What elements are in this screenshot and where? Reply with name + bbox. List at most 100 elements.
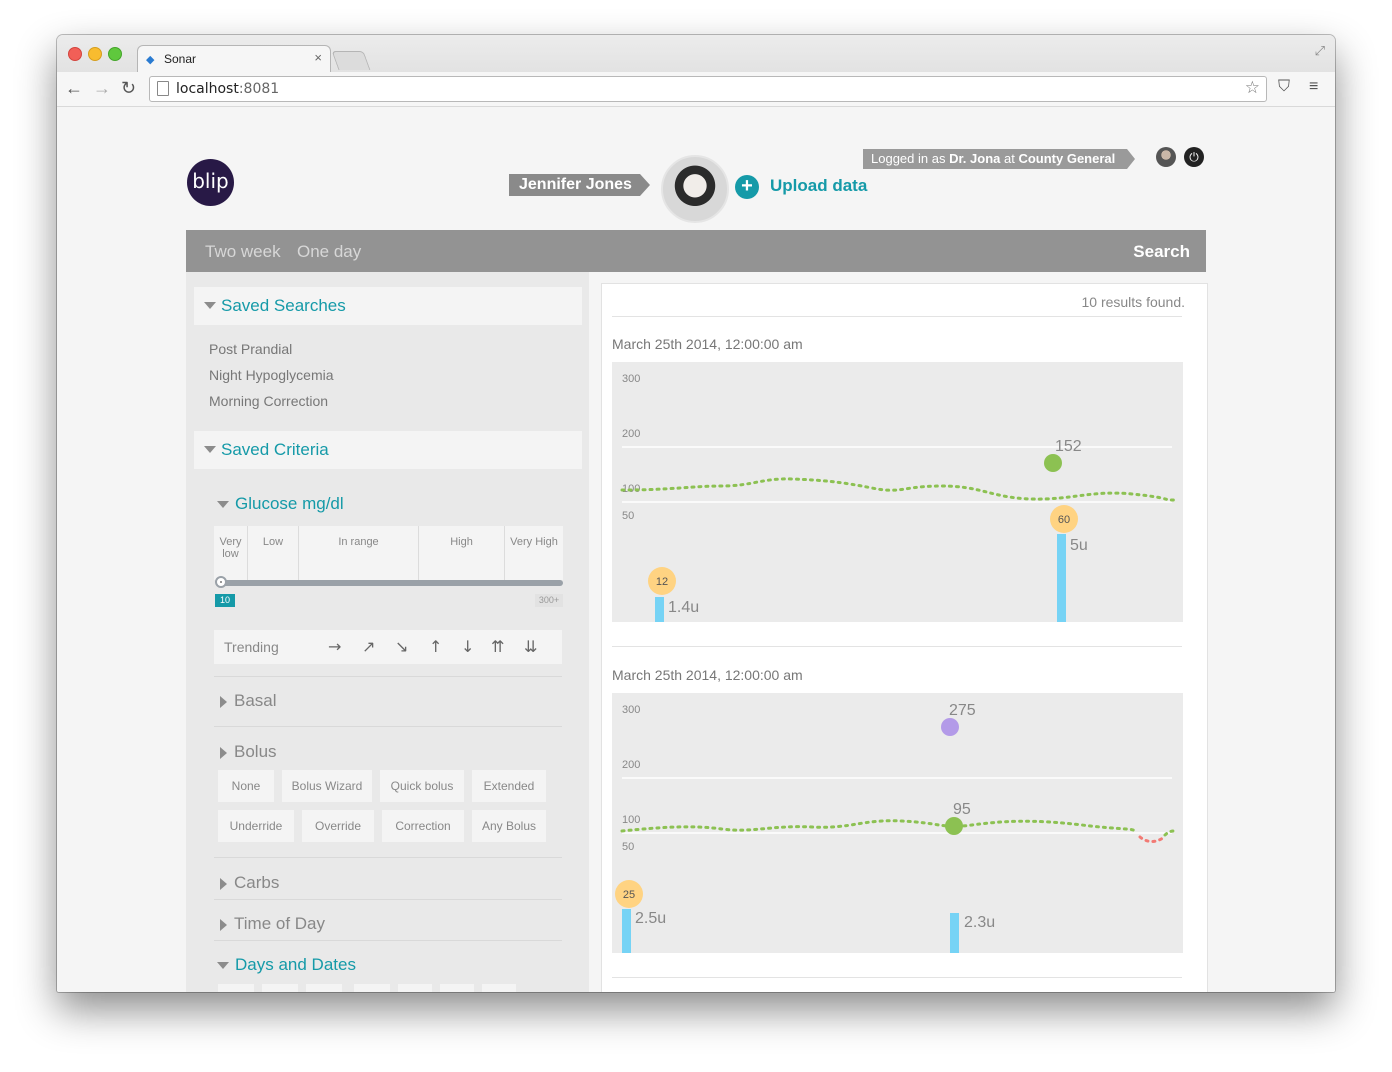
basal-section-header[interactable]: Basal (220, 691, 277, 711)
back-icon[interactable]: ← (65, 78, 83, 99)
divider (214, 857, 562, 858)
new-tab-button[interactable] (331, 51, 371, 70)
result-chart-1[interactable]: 300 200 100 50 152 12 1.4u 60 5u (612, 362, 1183, 622)
saved-search-item[interactable]: Night Hypoglycemia (209, 367, 334, 383)
bg-point[interactable] (945, 817, 963, 835)
glucose-title: Glucose mg/dl (235, 494, 344, 513)
day-button[interactable] (440, 984, 474, 992)
bg-point[interactable] (941, 718, 959, 736)
logout-power-icon[interactable]: ⏻ (1184, 147, 1204, 167)
day-button[interactable] (262, 984, 298, 992)
fullscreen-icon[interactable]: ⤢ (1315, 43, 1325, 59)
tab-two-week[interactable]: Two week (205, 242, 281, 262)
tab-one-day[interactable]: One day (297, 242, 361, 262)
bolus-option-underride[interactable]: Underride (218, 810, 294, 842)
search-tab[interactable]: Search (1133, 242, 1190, 262)
results-panel: 10 results found. March 25th 2014, 12:00… (601, 283, 1208, 992)
patient-avatar[interactable] (661, 155, 729, 223)
carb-label: 25 (623, 889, 635, 901)
bolus-label: 2.5u (635, 910, 666, 927)
bolus-bar[interactable] (622, 909, 631, 953)
page-viewport: blip Logged in as Dr. Jona at County Gen… (57, 107, 1335, 992)
bg-point-label: 95 (953, 801, 971, 818)
bolus-bar[interactable] (950, 913, 959, 953)
saved-search-item[interactable]: Post Prandial (209, 341, 292, 357)
day-button[interactable] (482, 984, 516, 992)
menu-icon[interactable]: ≡ (1309, 78, 1318, 96)
result-chart-2[interactable]: 300 200 100 50 275 95 25 2.5u 2.3u (612, 693, 1183, 953)
bg-point[interactable] (1044, 454, 1062, 472)
bolus-bar[interactable] (655, 597, 664, 622)
reload-icon[interactable]: ↻ (121, 78, 136, 99)
arrow-down-right-icon[interactable]: ↘ (395, 637, 408, 656)
saved-criteria-title: Saved Criteria (221, 440, 329, 459)
day-button[interactable] (218, 984, 254, 992)
bolus-option-none[interactable]: None (218, 770, 274, 802)
bolus-option-any-bolus[interactable]: Any Bolus (472, 810, 546, 842)
bolus-label: 2.3u (964, 914, 995, 931)
bolus-option-override[interactable]: Override (302, 810, 374, 842)
bolus-section-header[interactable]: Bolus (220, 742, 277, 762)
divider (612, 977, 1182, 978)
minimize-window-button[interactable] (88, 47, 102, 61)
divider (214, 676, 562, 677)
double-arrow-down-icon[interactable]: ⇊ (524, 637, 537, 656)
pocket-icon[interactable]: ⛉ (1278, 78, 1290, 96)
days-dates-section-header[interactable]: Days and Dates (217, 955, 356, 975)
patient-name[interactable]: Jennifer Jones (509, 174, 650, 196)
carbs-section-header[interactable]: Carbs (220, 873, 279, 893)
close-window-button[interactable] (68, 47, 82, 61)
y-tick-label: 100 (622, 814, 640, 826)
arrow-right-icon[interactable]: → (328, 637, 341, 656)
arrow-up-icon[interactable]: ↑ (429, 637, 442, 656)
y-tick-label: 300 (622, 704, 640, 716)
day-button[interactable] (398, 984, 432, 992)
blip-logo[interactable]: blip (187, 159, 234, 206)
range-very-low[interactable]: Very low (214, 526, 248, 580)
bolus-option-extended[interactable]: Extended (472, 770, 546, 802)
day-buttons-row (218, 984, 518, 992)
divider (612, 646, 1182, 647)
y-tick-label: 50 (622, 510, 634, 522)
saved-searches-header[interactable]: Saved Searches (194, 287, 582, 325)
range-in-range[interactable]: In range (299, 526, 419, 580)
browser-toolbar: ← → ↻ localhost:8081 ☆ ⛉ ≡ (57, 72, 1335, 106)
bolus-option-quick-bolus[interactable]: Quick bolus (380, 770, 464, 802)
address-bar[interactable]: localhost:8081 ☆ (149, 76, 1267, 102)
plus-icon: + (735, 175, 759, 199)
range-very-high[interactable]: Very High (505, 526, 563, 580)
user-avatar[interactable] (1156, 147, 1176, 167)
glucose-slider-handle[interactable] (215, 576, 227, 588)
day-button[interactable] (354, 984, 390, 992)
range-low[interactable]: Low (248, 526, 299, 580)
glucose-range-selector[interactable]: Very low Low In range High Very High (214, 526, 563, 580)
arrow-down-icon[interactable]: ↓ (461, 637, 474, 656)
day-button[interactable] (306, 984, 342, 992)
divider (214, 940, 562, 941)
saved-criteria-header[interactable]: Saved Criteria (194, 431, 582, 469)
time-of-day-section-header[interactable]: Time of Day (220, 914, 325, 934)
glucose-slider-track[interactable] (219, 580, 563, 586)
browser-tab[interactable]: ◆ Sonar × (137, 45, 331, 72)
saved-search-item[interactable]: Morning Correction (209, 393, 328, 409)
double-arrow-up-icon[interactable]: ⇈ (491, 637, 504, 656)
cbg-trace (620, 819, 1139, 835)
sonar-favicon-icon: ◆ (146, 54, 155, 66)
close-tab-icon[interactable]: × (314, 50, 322, 65)
url-text: localhost:8081 (176, 81, 280, 97)
bookmark-star-icon[interactable]: ☆ (1245, 78, 1260, 98)
triangle-down-icon (217, 962, 229, 970)
triangle-right-icon (220, 918, 227, 931)
view-nav-bar: Two week One day Search (186, 230, 1206, 272)
y-tick-label: 200 (622, 428, 640, 440)
maximize-window-button[interactable] (108, 47, 122, 61)
bolus-option-correction[interactable]: Correction (382, 810, 464, 842)
range-high[interactable]: High (419, 526, 505, 580)
bolus-label: 1.4u (668, 599, 699, 616)
forward-icon[interactable]: → (93, 78, 111, 99)
arrow-up-right-icon[interactable]: ↗ (362, 637, 375, 656)
bolus-option-bolus-wizard[interactable]: Bolus Wizard (282, 770, 372, 802)
bolus-bar[interactable] (1057, 534, 1066, 622)
glucose-section-header[interactable]: Glucose mg/dl (217, 494, 344, 514)
divider (214, 899, 562, 900)
